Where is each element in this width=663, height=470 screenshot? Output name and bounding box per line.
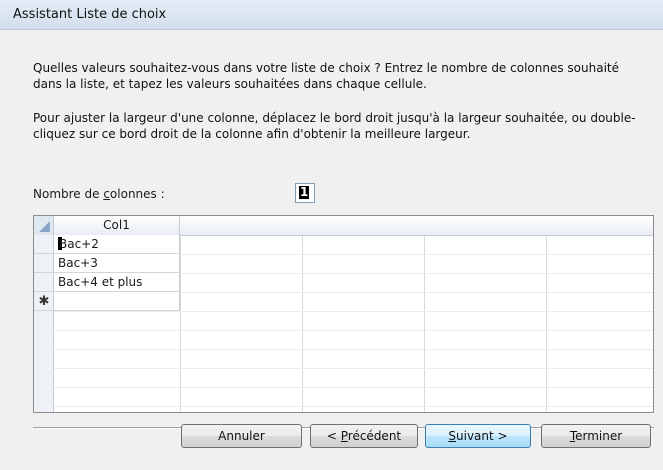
columns-count-input[interactable]: 1 (295, 183, 315, 203)
select-all-corner[interactable] (34, 216, 54, 235)
instruction-text-2: Pour ajuster la largeur d'une colonne, d… (33, 111, 636, 141)
next-button[interactable]: Suivant > (425, 424, 531, 448)
finish-button[interactable]: Terminer (541, 424, 651, 448)
previous-button[interactable]: < Précédent (310, 424, 418, 448)
new-row-cell[interactable] (54, 292, 180, 311)
new-row-selector[interactable]: ✱ (34, 292, 54, 311)
wizard-dialog: Quelles valeurs souhaitez-vous dans votr… (0, 30, 663, 470)
row-selector[interactable] (34, 235, 54, 254)
column-header-col1[interactable]: Col1 (54, 216, 180, 235)
row-selector[interactable] (34, 273, 54, 292)
row-selector[interactable] (34, 254, 54, 273)
instruction-text-1: Quelles valeurs souhaitez-vous dans votr… (33, 61, 619, 91)
columns-count-label: Nombre de colonnes : (33, 187, 165, 201)
list-item[interactable]: Bac+3 (54, 254, 180, 273)
list-item[interactable]: Bac+4 et plus (54, 273, 180, 292)
window-title: Assistant Liste de choix (13, 7, 167, 22)
title-bar: Assistant Liste de choix (0, 0, 663, 30)
list-item[interactable]: Bac+2 (54, 235, 180, 254)
columns-count-value: 1 (299, 185, 310, 199)
cancel-button[interactable]: Annuler (181, 424, 302, 448)
values-grid[interactable]: Col1 Bac+2 Bac+3 Bac+4 et plus ✱ (33, 215, 654, 413)
